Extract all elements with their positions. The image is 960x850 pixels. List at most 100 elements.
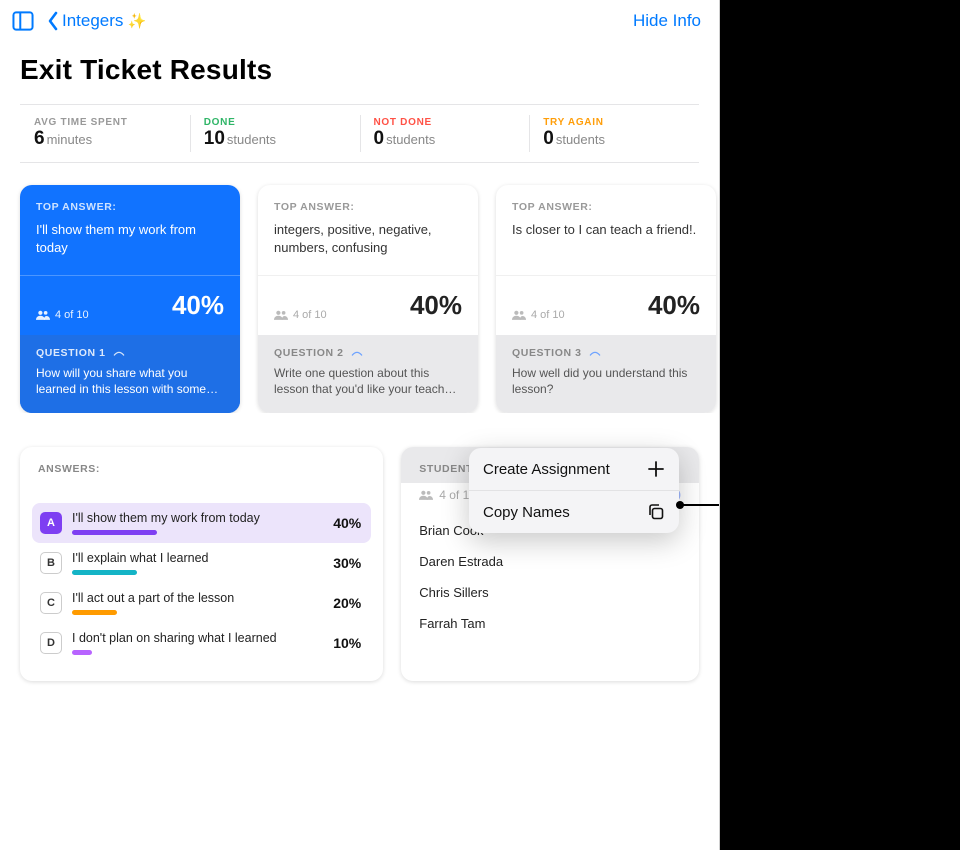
stat-value-row: 0students xyxy=(374,128,516,150)
answer-body: I'll show them my work from today xyxy=(72,511,323,535)
copy-icon xyxy=(647,503,665,521)
top-answer-label: TOP ANSWER: xyxy=(512,201,700,213)
create-assignment-button[interactable]: Create Assignment xyxy=(469,448,679,490)
answer-body: I don't plan on sharing what I learned xyxy=(72,631,323,655)
students-count: 4 of 10 xyxy=(419,488,476,502)
selected-pointer xyxy=(119,411,141,413)
create-assignment-label: Create Assignment xyxy=(483,461,610,478)
question-label: QUESTION 1 xyxy=(36,347,224,359)
answers-heading: ANSWERS: xyxy=(20,447,383,483)
stat-value: 0 xyxy=(543,128,554,149)
chevron-down-icon xyxy=(112,350,126,357)
answer-text: I'll act out a part of the lesson xyxy=(72,591,323,605)
question-text: How well did you understand this lesson? xyxy=(512,365,700,397)
people-icon xyxy=(274,310,288,320)
copy-names-button[interactable]: Copy Names xyxy=(469,490,679,533)
copy-names-label: Copy Names xyxy=(483,504,570,521)
question-card-3[interactable]: TOP ANSWER: Is closer to I can teach a f… xyxy=(496,185,716,413)
hide-info-button[interactable]: Hide Info xyxy=(633,11,701,31)
stat-value: 6 xyxy=(34,128,45,149)
stat-item: NOT DONE 0students xyxy=(360,105,530,162)
answer-row[interactable]: C I'll act out a part of the lesson 20% xyxy=(32,583,371,623)
question-text: Write one question about this lesson tha… xyxy=(274,365,462,397)
stat-unit: minutes xyxy=(47,132,93,147)
answer-bar xyxy=(72,530,157,535)
answer-percent: 40% xyxy=(333,515,361,531)
stat-item: TRY AGAIN 0students xyxy=(529,105,699,162)
sparkle-icon: ✨ xyxy=(127,12,146,30)
back-button[interactable]: Integers ✨ xyxy=(46,10,146,32)
people-icon xyxy=(512,310,526,320)
top-answer-label: TOP ANSWER: xyxy=(274,201,462,213)
card-bottom: QUESTION 3 How well did you understand t… xyxy=(496,335,716,413)
card-percent: 40% xyxy=(410,290,462,321)
top-bar: Integers ✨ Hide Info xyxy=(0,0,719,40)
stat-value-row: 6minutes xyxy=(34,128,176,150)
answer-bar xyxy=(72,570,137,575)
answer-text: I don't plan on sharing what I learned xyxy=(72,631,323,645)
card-percent: 40% xyxy=(648,290,700,321)
top-answer-label: TOP ANSWER: xyxy=(36,201,224,213)
card-count: 4 of 10 xyxy=(36,309,89,321)
context-menu: Create Assignment Copy Names xyxy=(469,448,679,533)
answer-percent: 10% xyxy=(333,635,361,651)
stat-value: 0 xyxy=(374,128,385,149)
stat-value-row: 0students xyxy=(543,128,685,150)
top-bar-left: Integers ✨ xyxy=(12,10,146,32)
question-card-1[interactable]: TOP ANSWER: I'll show them my work from … xyxy=(20,185,240,413)
answer-percent: 30% xyxy=(333,555,361,571)
chevron-down-icon xyxy=(350,350,364,357)
chevron-left-icon xyxy=(46,10,60,32)
stat-item: AVG TIME SPENT 6minutes xyxy=(20,105,190,162)
question-label: QUESTION 2 xyxy=(274,347,462,359)
card-mid: 4 of 10 40% xyxy=(258,275,478,335)
stats-bar: AVG TIME SPENT 6minutesDONE 10studentsNO… xyxy=(20,104,699,163)
stat-item: DONE 10students xyxy=(190,105,360,162)
top-answer-text: integers, positive, negative, numbers, c… xyxy=(274,221,462,265)
card-count: 4 of 10 xyxy=(512,309,565,321)
card-top: TOP ANSWER: Is closer to I can teach a f… xyxy=(496,185,716,275)
page-title: Exit Ticket Results xyxy=(0,40,719,104)
question-card-2[interactable]: TOP ANSWER: integers, positive, negative… xyxy=(258,185,478,413)
annotation-lead-line xyxy=(680,504,720,506)
card-top: TOP ANSWER: I'll show them my work from … xyxy=(20,185,240,275)
answer-percent: 20% xyxy=(333,595,361,611)
stat-unit: students xyxy=(227,132,276,147)
answer-row[interactable]: D I don't plan on sharing what I learned… xyxy=(32,623,371,663)
answer-bar xyxy=(72,650,92,655)
people-icon xyxy=(36,310,50,320)
stat-unit: students xyxy=(556,132,605,147)
answer-bar xyxy=(72,610,117,615)
answer-row[interactable]: B I'll explain what I learned 30% xyxy=(32,543,371,583)
answer-badge: D xyxy=(40,632,62,654)
student-row[interactable]: Chris Sillers xyxy=(419,577,681,608)
stat-label: DONE xyxy=(204,117,346,128)
sidebar-icon[interactable] xyxy=(12,11,34,31)
card-count: 4 of 10 xyxy=(274,309,327,321)
card-top: TOP ANSWER: integers, positive, negative… xyxy=(258,185,478,275)
answer-badge: B xyxy=(40,552,62,574)
top-answer-text: Is closer to I can teach a friend!. xyxy=(512,221,700,265)
card-bottom: QUESTION 1 How will you share what you l… xyxy=(20,335,240,413)
card-mid: 4 of 10 40% xyxy=(496,275,716,335)
stat-value: 10 xyxy=(204,128,225,149)
answer-body: I'll explain what I learned xyxy=(72,551,323,575)
answer-text: I'll explain what I learned xyxy=(72,551,323,565)
question-label: QUESTION 3 xyxy=(512,347,700,359)
stat-label: AVG TIME SPENT xyxy=(34,117,176,128)
student-row[interactable]: Daren Estrada xyxy=(419,546,681,577)
top-answer-text: I'll show them my work from today xyxy=(36,221,224,265)
question-text: How will you share what you learned in t… xyxy=(36,365,224,397)
card-percent: 40% xyxy=(172,290,224,321)
student-list: Brian CookDaren EstradaChris SillersFarr… xyxy=(401,515,699,657)
plus-icon xyxy=(647,460,665,478)
answer-text: I'll show them my work from today xyxy=(72,511,323,525)
answer-badge: A xyxy=(40,512,62,534)
student-row[interactable]: Farrah Tam xyxy=(419,608,681,639)
answer-row[interactable]: A I'll show them my work from today 40% xyxy=(32,503,371,543)
card-bottom: QUESTION 2 Write one question about this… xyxy=(258,335,478,413)
stat-label: TRY AGAIN xyxy=(543,117,685,128)
stat-unit: students xyxy=(386,132,435,147)
back-label: Integers xyxy=(62,11,123,31)
answer-badge: C xyxy=(40,592,62,614)
